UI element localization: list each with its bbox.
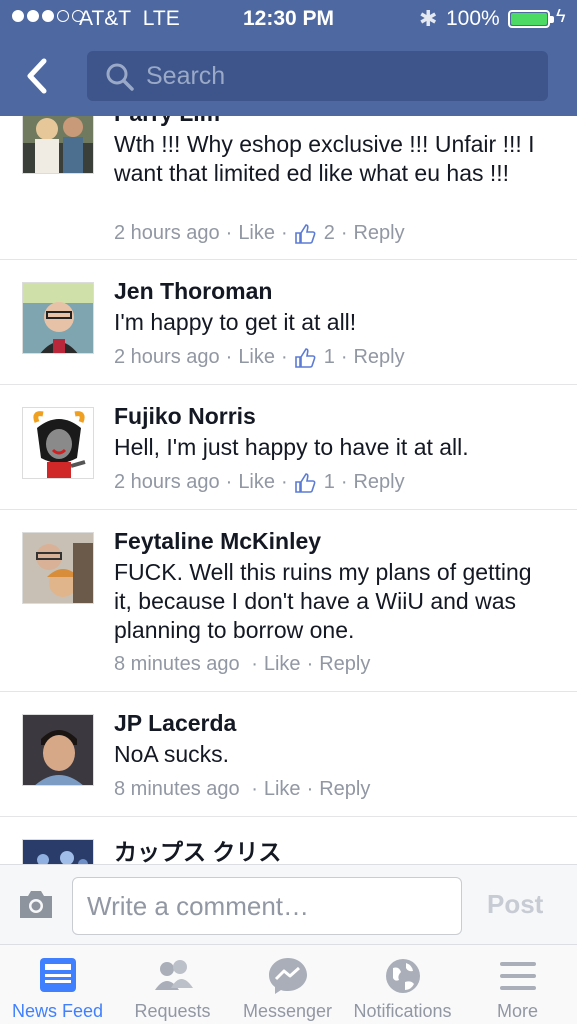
avatar[interactable]	[22, 282, 94, 354]
reply-link[interactable]: Reply	[353, 471, 404, 494]
comment-item: Fujiko Norris Hell, I'm just happy to ha…	[0, 385, 577, 510]
comment-time: 2 hours ago	[114, 222, 220, 244]
tab-label: Notifications	[353, 1001, 452, 1021]
comment-text: I'm happy to get it at all!	[114, 309, 357, 335]
commenter-name[interactable]: Fujiko Norris	[114, 403, 256, 430]
tab-label: News Feed	[11, 1001, 104, 1021]
back-button[interactable]	[22, 56, 56, 96]
like-count: 1	[323, 346, 335, 368]
like-thumb-icon	[294, 223, 316, 244]
bluetooth-icon: ✱	[419, 6, 438, 31]
like-count: 1	[323, 471, 335, 493]
news-feed-icon	[39, 958, 76, 992]
friends-icon	[154, 960, 193, 990]
comment-item: カップス クリス	[0, 817, 577, 864]
like-link[interactable]: Like	[264, 778, 301, 801]
tab-messenger[interactable]: Messenger	[230, 945, 345, 1024]
commenter-name[interactable]: Feytaline McKinley	[114, 528, 321, 555]
comment-item: Jen Thoroman I'm happy to get it at all!…	[0, 260, 577, 385]
comment-list[interactable]: Parry Lim Wth !!! Why eshop exclusive !!…	[0, 116, 577, 864]
like-link[interactable]: Like	[238, 222, 275, 245]
tab-label: More	[496, 1001, 538, 1021]
tab-news-feed[interactable]: News Feed	[0, 945, 115, 1024]
menu-icon	[499, 962, 536, 990]
commenter-name[interactable]: カップス クリス	[114, 833, 281, 864]
like-link[interactable]: Like	[238, 346, 275, 369]
reply-link[interactable]: Reply	[319, 778, 370, 801]
like-count: 2	[323, 222, 335, 244]
top-bar: AT&T LTE 12:30 PM ✱ 100% ϟ Search	[0, 0, 577, 116]
comment-item: Parry Lim Wth !!! Why eshop exclusive !!…	[0, 116, 577, 260]
tab-notifications[interactable]: Notifications	[345, 945, 460, 1024]
comment-text: FUCK. Well this ruins my plans of gettin…	[114, 559, 532, 643]
reply-link[interactable]: Reply	[353, 346, 404, 369]
tab-label: Requests	[134, 1001, 211, 1021]
comment-meta: 2 hours ago · Like · 1 · Reply	[114, 346, 405, 369]
comment-meta: 2 hours ago · Like · 1 · Reply	[114, 471, 405, 494]
search-placeholder: Search	[146, 62, 226, 90]
chevron-left-icon	[27, 58, 47, 94]
battery-percent: 100%	[446, 7, 500, 30]
comment-meta: 8 minutes ago · Like · Reply	[114, 778, 371, 801]
comment-text: NoA sucks.	[114, 741, 230, 767]
comment-meta: 2 hours ago · Like · 2 · Reply	[114, 222, 405, 245]
camera-icon	[20, 891, 52, 918]
post-button[interactable]: Post	[487, 889, 543, 920]
comment-composer: Post	[0, 864, 577, 944]
tab-requests[interactable]: Requests	[115, 945, 230, 1024]
avatar[interactable]	[22, 116, 94, 174]
comment-item: JP Lacerda NoA sucks. 8 minutes ago · Lik…	[0, 692, 577, 817]
globe-icon	[385, 959, 420, 993]
messenger-icon	[268, 958, 307, 994]
search-icon	[106, 63, 134, 91]
avatar[interactable]	[22, 839, 94, 864]
avatar[interactable]	[22, 714, 94, 786]
comment-time: 2 hours ago	[114, 346, 220, 368]
status-bar: AT&T LTE 12:30 PM ✱ 100% ϟ	[0, 0, 577, 38]
comment-text: Wth !!! Why eshop exclusive !!! Unfair !…	[114, 131, 535, 186]
comment-time: 2 hours ago	[114, 471, 220, 493]
comment-item: Feytaline McKinley FUCK. Well this ruins…	[0, 510, 577, 692]
commenter-name[interactable]: Parry Lim	[114, 116, 220, 127]
reply-link[interactable]: Reply	[319, 653, 370, 676]
like-link[interactable]: Like	[238, 471, 275, 494]
comment-meta: 8 minutes ago · Like · Reply	[114, 653, 371, 676]
tab-label: Messenger	[242, 1001, 333, 1021]
commenter-name[interactable]: JP Lacerda	[114, 710, 236, 737]
tab-bar: News Feed Requests Messenger Notificatio…	[0, 944, 577, 1024]
commenter-name[interactable]: Jen Thoroman	[114, 278, 272, 305]
avatar[interactable]	[22, 407, 94, 479]
like-thumb-icon	[294, 472, 316, 493]
battery-icon	[508, 10, 554, 28]
reply-link[interactable]: Reply	[353, 222, 404, 245]
charging-icon: ϟ	[556, 6, 566, 26]
camera-button[interactable]	[17, 887, 55, 921]
avatar[interactable]	[22, 532, 94, 604]
comment-time: 8 minutes ago	[114, 653, 240, 675]
like-thumb-icon	[294, 347, 316, 368]
search-bar[interactable]: Search	[87, 51, 548, 101]
comment-time: 8 minutes ago	[114, 778, 240, 800]
comment-text: Hell, I'm just happy to have it at all.	[114, 434, 469, 460]
comment-input[interactable]	[72, 877, 462, 935]
like-link[interactable]: Like	[264, 653, 301, 676]
tab-more[interactable]: More	[460, 945, 575, 1024]
